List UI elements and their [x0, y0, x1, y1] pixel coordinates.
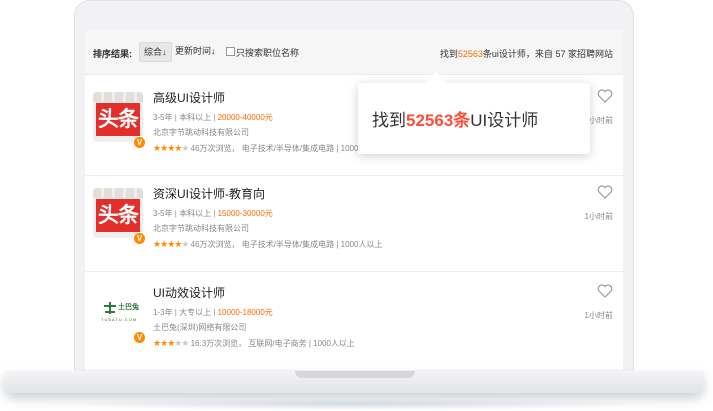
- laptop-shadow: [40, 398, 670, 410]
- job-requirements: 3-5年 | 本科以上 |: [153, 209, 218, 218]
- rating-stars: ★★★★★: [153, 239, 189, 249]
- callout-suffix: UI设计师: [470, 111, 539, 130]
- logo-text: 头条: [96, 103, 140, 136]
- heart-outline-icon[interactable]: [597, 185, 613, 199]
- rating-stars: ★★★★★: [153, 338, 189, 348]
- title-only-checkbox[interactable]: [226, 47, 235, 56]
- sort-updated-button[interactable]: 更新时间↓: [171, 42, 220, 60]
- job-card[interactable]: 头条 V 资深UI设计师-教育向 3-5年 | 本科以上 | 15000-300…: [85, 176, 623, 272]
- job-title[interactable]: UI动效设计师: [153, 284, 225, 301]
- sort-label: 排序结果:: [93, 49, 132, 59]
- sort-composite-button[interactable]: 综合↓: [139, 42, 172, 62]
- company-rating: ★★★★★ 16.3万次浏览， 互联网/电子商务 | 1000人以上: [153, 338, 355, 349]
- toutiao-logo: 头条: [93, 188, 143, 238]
- post-time: 1小时前: [584, 311, 613, 320]
- job-meta: 3-5年 | 本科以上 | 15000-30000元: [153, 208, 273, 219]
- result-summary: 找到52563条ui设计师，来自 57 家招聘网站: [440, 47, 613, 60]
- job-salary: 15000-30000元: [217, 209, 273, 218]
- title-only-label: 只搜索职位名称: [236, 48, 300, 58]
- summary-suffix: 家招聘网站: [567, 49, 613, 59]
- job-meta: 3-5年 | 本科以上 | 20000-40000元: [153, 112, 273, 123]
- tubatu-logo: 土巴兔 TUBATU.COM: [93, 287, 143, 337]
- callout-text: 找到52563条UI设计师: [372, 106, 538, 131]
- job-card[interactable]: 土巴兔 TUBATU.COM V UI动效设计师 1-3年 | 大专以上 | 1…: [85, 275, 623, 370]
- job-salary: 10000-18000元: [217, 308, 273, 317]
- rating-text: 46万次浏览， 电子技术/半导体/集成电路 | 1000人以上: [190, 144, 383, 153]
- summary-count: 52563: [457, 49, 483, 59]
- callout-prefix: 找到: [372, 111, 406, 130]
- company-name[interactable]: 北京字节跳动科技有限公司: [153, 223, 249, 234]
- logo-text: 头条: [96, 199, 140, 232]
- company-name[interactable]: 土巴兔(深圳)网络有限公司: [153, 322, 246, 333]
- laptop-base: [0, 371, 713, 411]
- job-requirements: 1-3年 | 大专以上 |: [153, 308, 218, 317]
- job-salary: 20000-40000元: [217, 113, 273, 122]
- job-meta: 1-3年 | 大专以上 | 10000-18000元: [153, 307, 273, 318]
- job-title[interactable]: 高级UI设计师: [153, 89, 225, 106]
- verified-badge-icon: V: [134, 233, 145, 244]
- company-rating: ★★★★★ 46万次浏览， 电子技术/半导体/集成电路 | 1000人以上: [153, 239, 382, 250]
- result-count-callout: 找到52563条UI设计师: [358, 71, 590, 154]
- rating-text: 46万次浏览， 电子技术/半导体/集成电路 | 1000人以上: [190, 240, 383, 249]
- heart-outline-icon[interactable]: [597, 89, 613, 103]
- callout-arrow: [426, 71, 446, 83]
- company-name[interactable]: 北京字节跳动科技有限公司: [153, 127, 249, 138]
- rating-text: 16.3万次浏览， 互联网/电子商务 | 1000人以上: [190, 339, 355, 348]
- laptop-notch: [295, 371, 415, 378]
- verified-badge-icon: V: [134, 332, 145, 343]
- sort-bar: 排序结果: 综合↓ 更新时间↓ 只搜索职位名称 找到52563条ui设计师，来自…: [85, 30, 623, 75]
- summary-mid: 条ui设计师，来自: [482, 49, 553, 59]
- tubatu-mark-icon: [104, 302, 116, 314]
- summary-prefix: 找到: [439, 49, 458, 59]
- verified-badge-icon: V: [134, 137, 145, 148]
- summary-sites: 57: [555, 49, 566, 59]
- job-requirements: 3-5年 | 本科以上 |: [153, 113, 218, 122]
- company-rating: ★★★★★ 46万次浏览， 电子技术/半导体/集成电路 | 1000人以上: [153, 143, 382, 154]
- toutiao-logo: 头条: [93, 92, 143, 142]
- heart-outline-icon[interactable]: [597, 284, 613, 298]
- logo-subtext: TUBATU.COM: [101, 317, 138, 322]
- rating-stars: ★★★★★: [153, 143, 189, 153]
- callout-count: 52563条: [406, 111, 471, 130]
- logo-text: 土巴兔: [118, 304, 139, 311]
- job-title[interactable]: 资深UI设计师-教育向: [153, 185, 265, 202]
- laptop-screen: 排序结果: 综合↓ 更新时间↓ 只搜索职位名称 找到52563条ui设计师，来自…: [85, 30, 623, 370]
- post-time: 1小时前: [584, 212, 613, 221]
